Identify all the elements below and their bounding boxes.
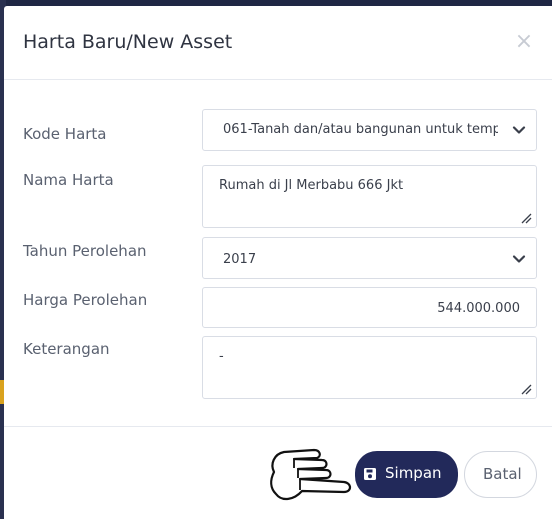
tahun-perolehan-value: 2017: [223, 252, 257, 267]
floppy-disk-icon: [364, 468, 376, 480]
kode-harta-value: 061-Tanah dan/atau bangunan untuk temp: [223, 122, 498, 137]
resize-grip-icon[interactable]: [520, 383, 532, 395]
pointing-hand-icon: [270, 448, 352, 501]
kode-harta-label: Kode Harta: [23, 125, 107, 143]
kode-harta-select[interactable]: 061-Tanah dan/atau bangunan untuk temp: [202, 109, 537, 151]
keterangan-textarea[interactable]: -: [202, 336, 537, 399]
harga-perolehan-input[interactable]: 544.000.000: [202, 287, 537, 328]
chevron-down-icon: [512, 126, 526, 134]
nama-harta-textarea[interactable]: Rumah di Jl Merbabu 666 Jkt: [202, 165, 537, 228]
nama-harta-value: Rumah di Jl Merbabu 666 Jkt: [219, 178, 404, 193]
modal-title: Harta Baru/New Asset: [23, 31, 233, 53]
harga-perolehan-value: 544.000.000: [437, 301, 520, 316]
tahun-perolehan-select[interactable]: 2017: [202, 237, 537, 279]
close-icon[interactable]: ×: [514, 31, 534, 53]
cancel-button[interactable]: Batal: [464, 451, 537, 498]
cancel-button-label: Batal: [483, 465, 522, 483]
chevron-down-icon: [512, 255, 526, 263]
save-button-label: Simpan: [385, 464, 442, 482]
tahun-perolehan-label: Tahun Perolehan: [23, 242, 147, 260]
nama-harta-label: Nama Harta: [23, 171, 114, 189]
modal-header: Harta Baru/New Asset ×: [4, 6, 552, 80]
save-button[interactable]: Simpan: [355, 451, 458, 498]
resize-grip-icon[interactable]: [520, 212, 532, 224]
harga-perolehan-label: Harga Perolehan: [23, 291, 148, 309]
keterangan-label: Keterangan: [23, 340, 110, 358]
keterangan-value: -: [219, 349, 224, 364]
